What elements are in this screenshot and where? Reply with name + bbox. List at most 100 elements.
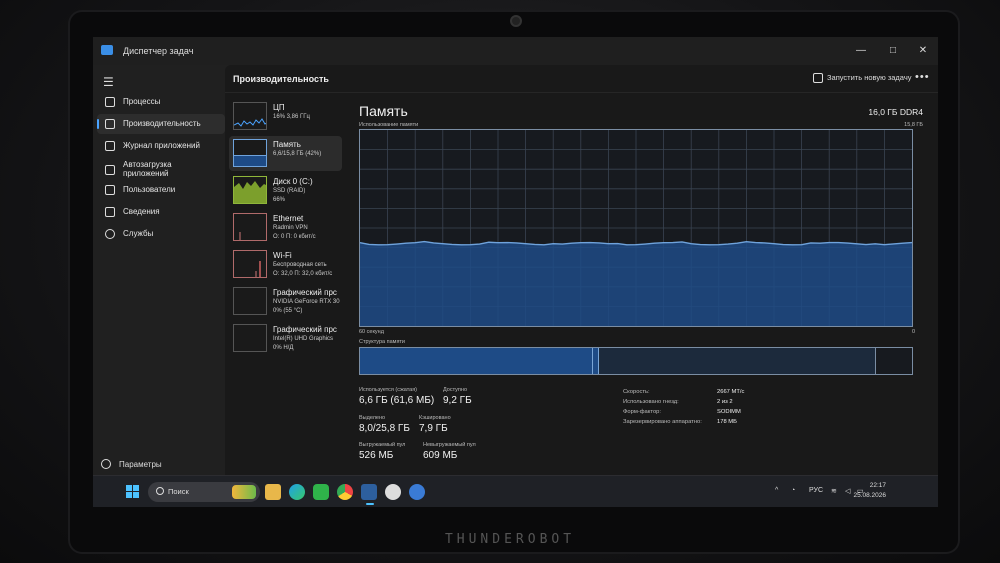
graph-max-label: 15,8 ГБ — [904, 122, 923, 128]
sidebar: ☰ Процессы Производительность Журнал при… — [93, 65, 233, 475]
resource-list: ЦП 16% 3,86 ГГц Память 6,6/15,8 ГБ (42%)… — [225, 95, 345, 475]
maximize-button[interactable]: □ — [881, 43, 905, 59]
tile-wifi[interactable]: Wi-Fi Беспроводная сеть О: 32,0 П: 32,0 … — [229, 247, 342, 282]
tile-sub2: 0% Н/Д — [273, 345, 294, 351]
tile-cpu[interactable]: ЦП 16% 3,86 ГГц — [229, 99, 342, 134]
sidebar-item-label: Производительность — [123, 119, 201, 128]
run-task-icon — [813, 73, 823, 83]
spec-slots-value: 2 из 2 — [717, 399, 733, 405]
structure-standby — [599, 348, 876, 374]
run-new-task-button[interactable]: Запустить новую задачу — [813, 73, 911, 83]
spec-slots-label: Использовано гнезд: — [623, 399, 679, 405]
tray-app-icon[interactable]: ◔ — [791, 487, 795, 494]
spec-form-label: Форм-фактор: — [623, 409, 662, 415]
tile-name: Память — [273, 140, 301, 149]
sidebar-item-label: Процессы — [123, 97, 161, 106]
minimize-button[interactable]: — — [849, 43, 873, 59]
sidebar-item-services[interactable]: Службы — [97, 224, 225, 244]
stat-cached: Кэшировано 7,9 ГБ — [419, 415, 451, 434]
whatsapp-icon[interactable] — [313, 484, 329, 500]
tile-sub2: 66% — [273, 197, 286, 203]
tray-chevron-icon[interactable]: ^ — [775, 487, 778, 494]
sidebar-item-label: Журнал приложений — [123, 141, 200, 150]
wifi-icon[interactable]: ≋ — [831, 487, 837, 495]
tile-sub: SSD (RAID) — [273, 188, 306, 194]
gpu-intel-thumbnail — [233, 324, 267, 352]
task-manager-icon — [101, 45, 113, 55]
graph-axis-right: 0 — [911, 329, 915, 335]
app-icon[interactable] — [409, 484, 425, 500]
window-title: Диспетчер задач — [123, 46, 194, 56]
close-button[interactable]: ✕ — [911, 43, 935, 59]
tile-name: Графический прс — [273, 325, 337, 334]
settings-button[interactable]: Параметры — [101, 459, 162, 469]
structure-label: Структура памяти — [359, 339, 406, 345]
memory-detail: Память 16,0 ГБ DDR4 Использование памяти… — [355, 95, 935, 475]
page-title: Производительность — [233, 74, 329, 84]
obs-icon[interactable] — [385, 484, 401, 500]
page-header: Производительность Запустить новую задач… — [225, 65, 938, 93]
users-icon — [105, 185, 115, 195]
stat-value: 9,2 ГБ — [443, 395, 472, 406]
tile-sub2: О: 32,0 П: 32,0 кбит/с — [273, 271, 333, 277]
sidebar-item-app-history[interactable]: Журнал приложений — [97, 136, 225, 156]
active-app-indicator — [366, 503, 374, 505]
tile-gpu-intel[interactable]: Графический прс Intel(R) UHD Graphics 0%… — [229, 321, 342, 356]
stat-value: 7,9 ГБ — [419, 423, 448, 434]
memory-graph-svg — [360, 130, 912, 326]
tile-name: ЦП — [273, 103, 285, 112]
chrome-icon[interactable] — [337, 484, 353, 500]
stat-paged-pool: Выгружаемый пул 526 МБ — [359, 442, 405, 461]
search-icon — [156, 487, 164, 495]
processes-icon — [105, 97, 115, 107]
services-icon — [105, 229, 115, 239]
start-button[interactable] — [126, 485, 140, 499]
language-indicator[interactable]: РУС — [809, 487, 823, 494]
tile-name: Графический прс — [273, 288, 337, 297]
tile-sub: Беспроводная сеть — [273, 262, 327, 268]
brand-label: THUNDEROBOT — [444, 532, 576, 547]
spec-reserved-value: 178 МБ — [717, 419, 737, 425]
sidebar-item-performance[interactable]: Производительность — [97, 114, 225, 134]
taskbar-clock[interactable]: 22:17 25.08.2026 — [853, 481, 886, 501]
stat-label: Доступно — [443, 387, 468, 393]
tile-sub: 16% 3,86 ГГц — [273, 114, 310, 120]
details-icon — [105, 207, 115, 217]
sidebar-item-label: Пользователи — [123, 185, 176, 194]
stat-value: 8,0/25,8 ГБ — [359, 423, 410, 434]
spec-speed-label: Скорость: — [623, 389, 650, 395]
stat-value: 609 МБ — [423, 450, 458, 461]
sidebar-item-users[interactable]: Пользователи — [97, 180, 225, 200]
file-explorer-icon[interactable] — [265, 484, 281, 500]
edge-icon[interactable] — [289, 484, 305, 500]
tile-name: Диск 0 (C:) — [273, 177, 313, 186]
sidebar-item-label: Сведения — [123, 207, 160, 216]
stat-nonpaged-pool: Невыгружаемый пул 609 МБ — [423, 442, 476, 461]
clock-date: 25.08.2026 — [853, 492, 886, 499]
spec-reserved-label: Зарезервировано аппаратно: — [623, 419, 702, 425]
tile-gpu-nvidia[interactable]: Графический прс NVIDIA GeForce RTX 30 0%… — [229, 284, 342, 319]
hamburger-icon[interactable]: ☰ — [103, 75, 115, 89]
structure-in-use — [360, 348, 593, 374]
more-options-button[interactable]: ••• — [915, 71, 930, 83]
tile-sub: Intel(R) UHD Graphics — [273, 336, 334, 342]
task-manager-taskbar-icon[interactable] — [361, 484, 377, 500]
tile-name: Wi-Fi — [273, 251, 292, 260]
volume-icon[interactable]: ◁ — [845, 487, 850, 495]
stat-label: Используется (сжатая) — [359, 387, 418, 393]
sidebar-item-startup[interactable]: Автозагрузка приложений — [97, 158, 225, 182]
app-history-icon — [105, 141, 115, 151]
taskbar-search[interactable]: Поиск — [148, 482, 260, 502]
tile-sub2: 0% (55 °C) — [273, 308, 303, 314]
tile-memory[interactable]: Память 6,6/15,8 ГБ (42%) — [229, 136, 342, 171]
webcam — [510, 15, 522, 27]
clock-time: 22:17 — [869, 482, 886, 489]
tile-name: Ethernet — [273, 214, 304, 223]
sidebar-item-details[interactable]: Сведения — [97, 202, 225, 222]
tile-ethernet[interactable]: Ethernet Radmin VPN О: 0 П: 0 кбит/с — [229, 210, 342, 245]
sidebar-item-processes[interactable]: Процессы — [97, 92, 225, 112]
stat-label: Выгружаемый пул — [359, 442, 406, 448]
stat-label: Выделено — [359, 415, 386, 421]
tile-disk[interactable]: Диск 0 (C:) SSD (RAID) 66% — [229, 173, 342, 208]
sidebar-item-label: Службы — [123, 229, 154, 238]
